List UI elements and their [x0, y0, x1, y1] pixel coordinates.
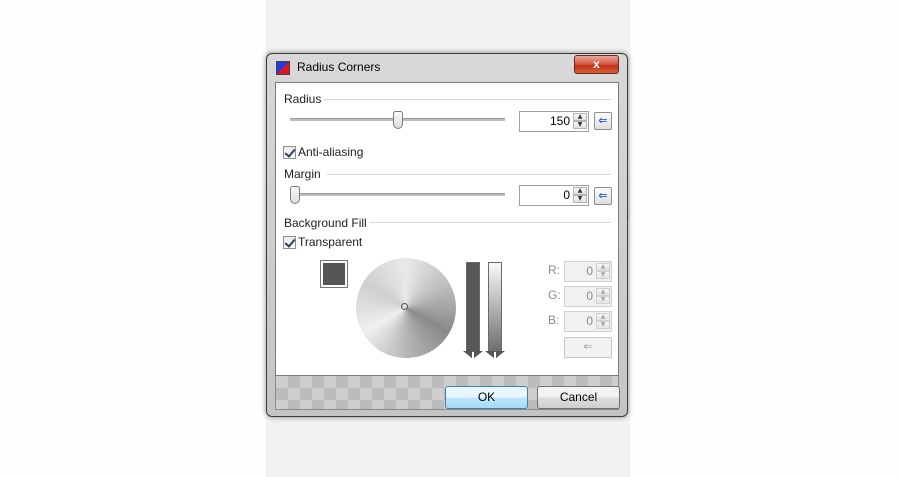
green-label: G:	[548, 288, 561, 302]
ok-button[interactable]: OK	[445, 386, 528, 409]
color-value-bar[interactable]	[466, 262, 480, 352]
margin-spin-up-icon[interactable]: ▲	[573, 187, 587, 195]
window-title: Radius Corners	[297, 60, 381, 74]
color-swatch-fill	[323, 263, 345, 285]
green-spin-arrows[interactable]: ▲ ▼	[596, 288, 610, 305]
radius-spin-up-icon[interactable]: ▲	[573, 113, 587, 121]
radius-reset-button[interactable]: ⇐	[594, 112, 612, 130]
close-button[interactable]: x	[574, 55, 619, 74]
margin-section-label: Margin	[284, 167, 321, 181]
title-bar[interactable]: Radius Corners x	[267, 54, 627, 81]
color-gradient-bar[interactable]	[488, 262, 502, 352]
transparent-label: Transparent	[298, 235, 363, 249]
margin-divider	[327, 174, 611, 175]
anti-aliasing-checkbox[interactable]	[283, 146, 296, 159]
red-value-input[interactable]: 0 ▲ ▼	[564, 261, 612, 282]
blue-value-input[interactable]: 0 ▲ ▼	[564, 311, 612, 332]
margin-value: 0	[563, 188, 570, 202]
background-fill-section-label: Background Fill	[284, 216, 367, 230]
blue-spin-arrows[interactable]: ▲ ▼	[596, 313, 610, 330]
margin-slider-track[interactable]	[290, 193, 505, 196]
red-spin-up-icon[interactable]: ▲	[596, 263, 610, 271]
blue-label: B:	[548, 313, 560, 327]
radius-value: 150	[549, 114, 570, 128]
margin-value-input[interactable]: 0 ▲ ▼	[519, 185, 589, 206]
blue-spin-down-icon[interactable]: ▼	[596, 321, 610, 329]
radius-value-input[interactable]: 150 ▲ ▼	[519, 111, 589, 132]
radius-divider	[324, 99, 611, 100]
green-value: 0	[586, 289, 593, 303]
red-label: R:	[548, 263, 560, 277]
radius-slider-thumb[interactable]	[392, 111, 403, 129]
background-fill-divider	[370, 222, 611, 223]
green-value-input[interactable]: 0 ▲ ▼	[564, 286, 612, 307]
blue-spin-up-icon[interactable]: ▲	[596, 313, 610, 321]
app-icon	[276, 61, 290, 75]
radius-spin-arrows[interactable]: ▲ ▼	[573, 113, 587, 130]
radius-section-label: Radius	[284, 92, 322, 106]
color-swatch[interactable]	[320, 260, 348, 288]
red-value: 0	[586, 264, 593, 278]
margin-reset-button[interactable]: ⇐	[594, 187, 612, 205]
cancel-button[interactable]: Cancel	[537, 386, 620, 409]
radius-spin-down-icon[interactable]: ▼	[573, 121, 587, 129]
margin-slider-thumb[interactable]	[290, 186, 300, 204]
green-spin-up-icon[interactable]: ▲	[596, 288, 610, 296]
anti-aliasing-label: Anti-aliasing	[298, 145, 364, 159]
green-spin-down-icon[interactable]: ▼	[596, 296, 610, 304]
apply-color-button[interactable]: ⇐	[564, 337, 612, 358]
red-spin-arrows[interactable]: ▲ ▼	[596, 263, 610, 280]
transparent-checkbox[interactable]	[283, 236, 296, 249]
blue-value: 0	[586, 314, 593, 328]
margin-spin-arrows[interactable]: ▲ ▼	[573, 187, 587, 204]
margin-spin-down-icon[interactable]: ▼	[573, 195, 587, 203]
red-spin-down-icon[interactable]: ▼	[596, 271, 610, 279]
color-wheel-marker[interactable]	[401, 303, 408, 310]
